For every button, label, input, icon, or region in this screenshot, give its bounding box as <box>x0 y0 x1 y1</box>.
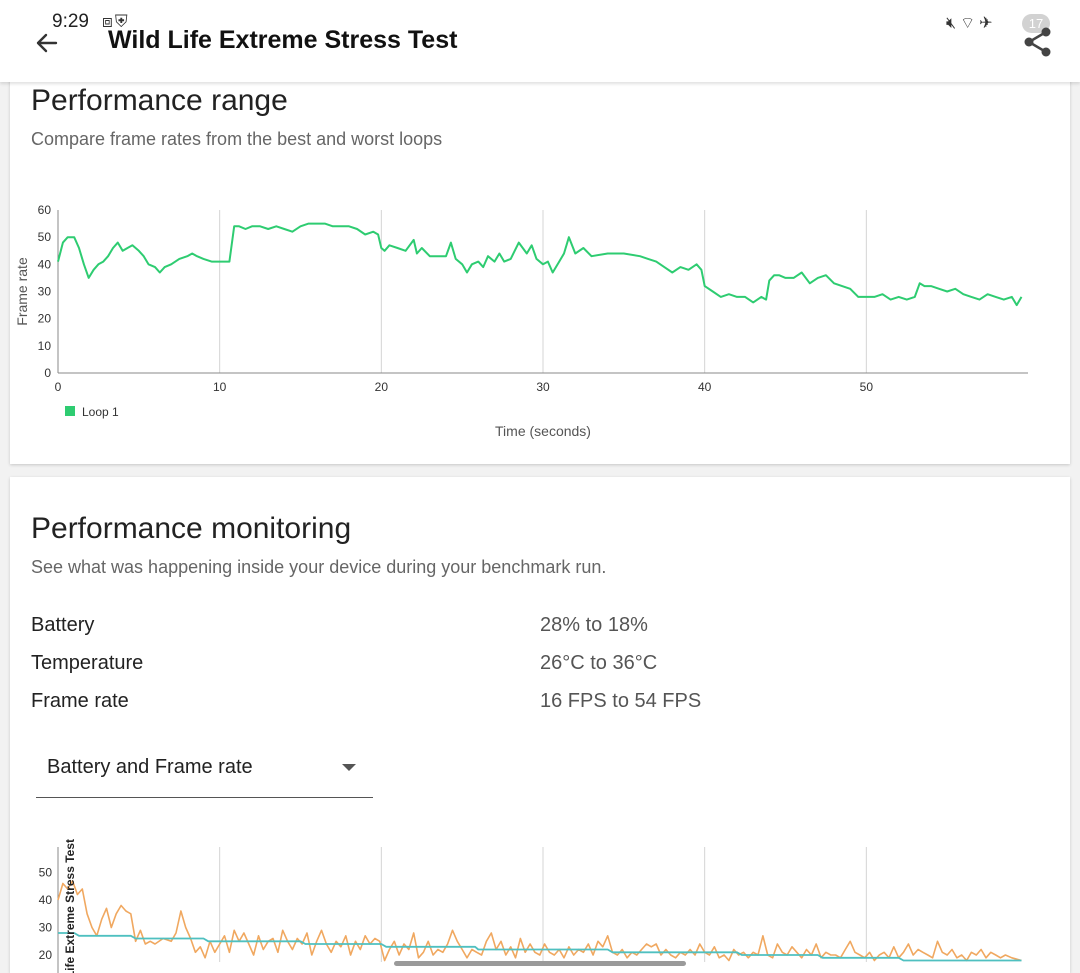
page-title: Wild Life Extreme Stress Test <box>108 26 458 54</box>
arrow-left-icon <box>36 33 58 53</box>
y-tick-label: 20 <box>39 948 53 962</box>
wifi-icon: ⌔ <box>960 15 980 32</box>
frame-rate-series-line <box>57 880 1022 962</box>
y-tick-label: 0 <box>44 366 51 380</box>
app-bar: 9:29 ⧈⛨ 🔇︎⌔✈ 17 Wild Life Extreme Stress… <box>0 0 1080 82</box>
y-tick-label: 50 <box>39 866 53 880</box>
y-tick-label: 50 <box>38 230 52 244</box>
x-tick-label: 50 <box>860 380 874 394</box>
x-axis-title: Time (seconds) <box>495 423 591 439</box>
x-tick-label: 40 <box>698 380 712 394</box>
battery-frame-rate-chart: 20 30 40 50 Wild Life Extreme Stress Test <box>39 839 1022 973</box>
status-right-icons: 🔇︎⌔✈ <box>946 13 997 33</box>
airplane-icon: ✈ <box>979 15 997 32</box>
mute-icon: 🔇︎ <box>946 15 961 32</box>
battery-series-line <box>58 932 1022 962</box>
frame-rate-chart: 0 10 20 30 40 50 0 10 20 30 40 50 60 Frame rate Time (… <box>14 203 1028 439</box>
y-tick-label: 30 <box>38 285 52 299</box>
x-tick-label: 20 <box>375 380 389 394</box>
back-button[interactable] <box>30 26 64 60</box>
home-indicator[interactable] <box>394 961 686 966</box>
y-tick-label: 40 <box>38 257 52 271</box>
y-tick-label: 60 <box>38 203 52 217</box>
y-tick-label: 30 <box>39 921 53 935</box>
legend-label: Loop 1 <box>82 405 119 419</box>
share-button[interactable] <box>1020 24 1056 60</box>
performance-monitoring-card: Performance monitoring See what was happ… <box>10 477 1070 973</box>
chart-vertical-title: Wild Life Extreme Stress Test <box>63 839 77 973</box>
y-tick-label: 10 <box>38 339 52 353</box>
y-tick-label: 40 <box>39 893 53 907</box>
series-line-loop-1 <box>57 222 1023 307</box>
x-tick-label: 30 <box>536 380 550 394</box>
y-axis-title: Frame rate <box>14 257 30 326</box>
performance-range-card: Performance range Compare frame rates fr… <box>10 66 1070 464</box>
x-tick-label: 10 <box>213 380 227 394</box>
y-tick-label: 20 <box>38 312 52 326</box>
share-icon <box>1024 27 1051 57</box>
legend-swatch <box>65 406 75 416</box>
x-tick-label: 0 <box>55 380 62 394</box>
